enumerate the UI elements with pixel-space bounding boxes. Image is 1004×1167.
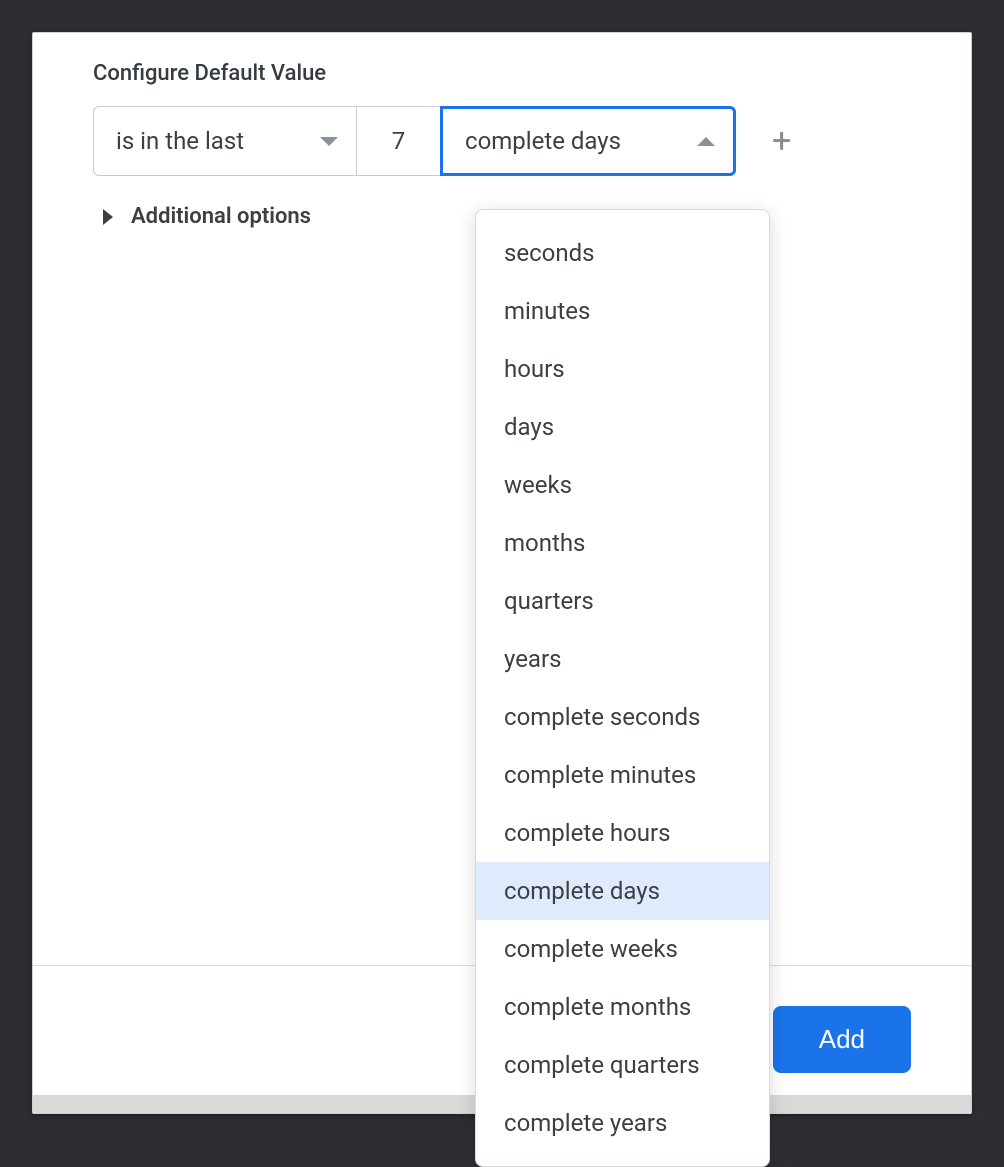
dropdown-option[interactable]: complete months <box>476 978 769 1036</box>
number-input[interactable]: 7 <box>357 106 441 176</box>
panel-body: Configure Default Value is in the last 7… <box>33 33 971 965</box>
dropdown-option[interactable]: complete days <box>476 862 769 920</box>
configure-default-value-panel: Configure Default Value is in the last 7… <box>32 32 972 1114</box>
dropdown-option[interactable]: quarters <box>476 572 769 630</box>
unit-label: complete days <box>465 127 621 155</box>
unit-select[interactable]: complete days <box>440 106 736 176</box>
caret-right-icon <box>103 209 113 225</box>
dropdown-option[interactable]: complete seconds <box>476 688 769 746</box>
additional-options-label: Additional options <box>131 204 311 229</box>
dropdown-option[interactable]: years <box>476 630 769 688</box>
dropdown-option[interactable]: complete hours <box>476 804 769 862</box>
filter-row: is in the last 7 complete days + <box>93 106 911 176</box>
add-button[interactable]: Add <box>773 1006 911 1073</box>
plus-icon[interactable]: + <box>772 124 791 158</box>
dropdown-option[interactable]: complete minutes <box>476 746 769 804</box>
dropdown-option[interactable]: complete quarters <box>476 1036 769 1094</box>
dropdown-option[interactable]: seconds <box>476 224 769 282</box>
chevron-up-icon <box>697 137 715 146</box>
operator-label: is in the last <box>116 127 244 155</box>
dropdown-option[interactable]: complete years <box>476 1094 769 1152</box>
dropdown-option[interactable]: days <box>476 398 769 456</box>
operator-select[interactable]: is in the last <box>93 106 357 176</box>
unit-dropdown: secondsminuteshoursdaysweeksmonthsquarte… <box>475 209 770 1167</box>
chevron-down-icon <box>320 137 338 146</box>
dropdown-option[interactable]: complete weeks <box>476 920 769 978</box>
dropdown-option[interactable]: months <box>476 514 769 572</box>
dropdown-option[interactable]: hours <box>476 340 769 398</box>
dropdown-option[interactable]: minutes <box>476 282 769 340</box>
section-title: Configure Default Value <box>93 61 911 86</box>
number-value: 7 <box>392 127 406 155</box>
dropdown-option[interactable]: weeks <box>476 456 769 514</box>
